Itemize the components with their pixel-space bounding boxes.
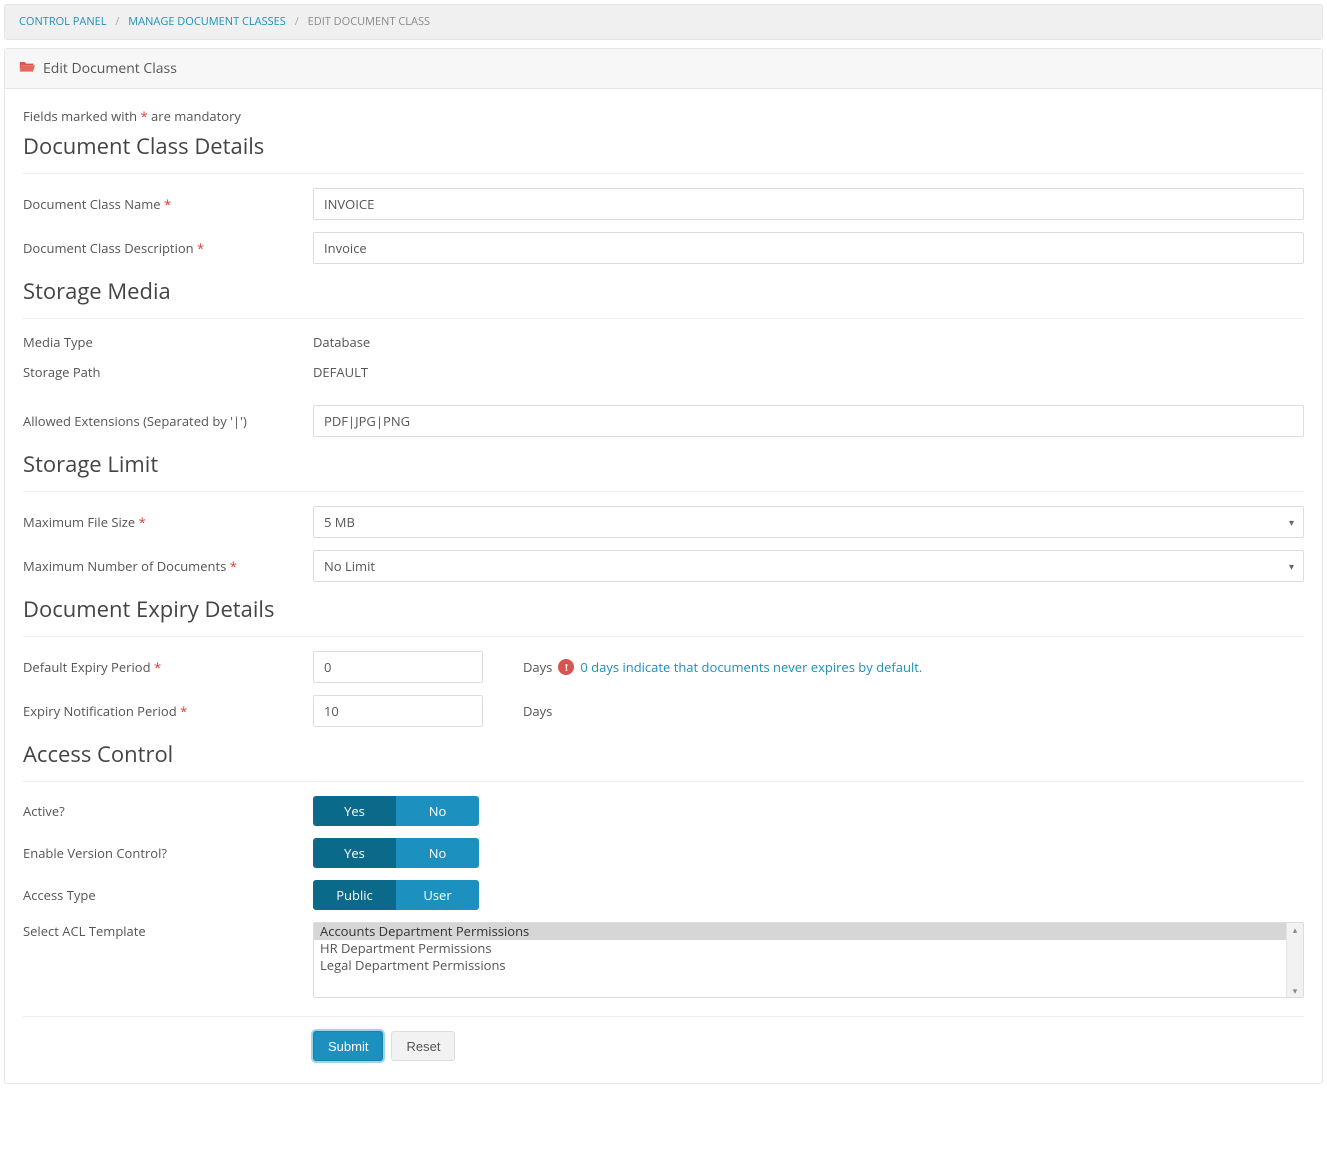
document-class-name-input[interactable] <box>313 188 1304 220</box>
section-heading-storage-limit: Storage Limit <box>23 449 1304 479</box>
version-no[interactable]: No <box>396 838 479 868</box>
access-type-toggle: Public User <box>313 880 479 910</box>
scroll-up-icon[interactable]: ▴ <box>1293 923 1298 936</box>
acl-template-listbox[interactable]: Accounts Department PermissionsHR Depart… <box>313 922 1304 998</box>
scrollbar[interactable]: ▴ ▾ <box>1286 923 1303 997</box>
acl-option[interactable]: Accounts Department Permissions <box>314 923 1303 940</box>
label-access-type: Access Type <box>23 886 313 904</box>
breadcrumb-link-control-panel[interactable]: CONTROL PANEL <box>19 14 106 29</box>
allowed-extensions-input[interactable] <box>313 405 1304 437</box>
label-acl-template: Select ACL Template <box>23 922 313 940</box>
label-allowed-extensions: Allowed Extensions (Separated by '|') <box>23 412 313 430</box>
label-max-num-docs: Maximum Number of Documents * <box>23 557 313 575</box>
breadcrumb-link-manage-classes[interactable]: MANAGE DOCUMENT CLASSES <box>128 14 286 29</box>
label-media-type: Media Type <box>23 333 313 351</box>
label-default-expiry: Default Expiry Period * <box>23 658 313 676</box>
label-active: Active? <box>23 802 313 820</box>
version-control-toggle: Yes No <box>313 838 479 868</box>
storage-path-value: DEFAULT <box>313 363 368 381</box>
rule <box>23 1016 1304 1017</box>
access-user[interactable]: User <box>396 880 479 910</box>
reset-button[interactable]: Reset <box>391 1031 455 1061</box>
acl-option[interactable]: HR Department Permissions <box>314 940 1303 957</box>
rule <box>23 781 1304 782</box>
label-max-file-size: Maximum File Size * <box>23 513 313 531</box>
label-class-desc: Document Class Description * <box>23 239 313 257</box>
info-icon: ! <box>558 659 574 675</box>
expiry-hint: 0 days indicate that documents never exp… <box>580 658 922 676</box>
rule <box>23 636 1304 637</box>
rule <box>23 173 1304 174</box>
expiry-notify-input[interactable] <box>313 695 483 727</box>
version-yes[interactable]: Yes <box>313 838 396 868</box>
section-heading-access: Access Control <box>23 739 1304 769</box>
breadcrumb-separator: / <box>109 14 125 29</box>
label-storage-path: Storage Path <box>23 363 313 381</box>
submit-button[interactable]: Submit <box>313 1031 383 1061</box>
edit-document-class-panel: Edit Document Class Fields marked with *… <box>4 48 1323 1084</box>
max-num-docs-select[interactable]: No Limit <box>313 550 1304 582</box>
label-version-control: Enable Version Control? <box>23 844 313 862</box>
section-heading-details: Document Class Details <box>23 131 1304 161</box>
access-public[interactable]: Public <box>313 880 396 910</box>
document-class-description-input[interactable] <box>313 232 1304 264</box>
acl-option[interactable]: Legal Department Permissions <box>314 957 1303 974</box>
days-unit: Days <box>523 658 552 676</box>
label-expiry-notify: Expiry Notification Period * <box>23 702 313 720</box>
label-class-name: Document Class Name * <box>23 195 313 213</box>
folder-open-icon <box>19 59 35 78</box>
rule <box>23 491 1304 492</box>
panel-title: Edit Document Class <box>43 59 177 78</box>
days-unit: Days <box>523 702 552 720</box>
active-yes[interactable]: Yes <box>313 796 396 826</box>
breadcrumb: CONTROL PANEL / MANAGE DOCUMENT CLASSES … <box>4 4 1323 40</box>
active-no[interactable]: No <box>396 796 479 826</box>
rule <box>23 318 1304 319</box>
section-heading-storage-media: Storage Media <box>23 276 1304 306</box>
max-file-size-select[interactable]: 5 MB <box>313 506 1304 538</box>
breadcrumb-separator: / <box>289 14 305 29</box>
breadcrumb-current: EDIT DOCUMENT CLASS <box>308 14 430 29</box>
mandatory-note: Fields marked with * are mandatory <box>23 107 1304 125</box>
panel-heading: Edit Document Class <box>5 49 1322 89</box>
media-type-value: Database <box>313 333 370 351</box>
active-toggle: Yes No <box>313 796 479 826</box>
section-heading-expiry: Document Expiry Details <box>23 594 1304 624</box>
default-expiry-input[interactable] <box>313 651 483 683</box>
scroll-down-icon[interactable]: ▾ <box>1293 984 1298 997</box>
